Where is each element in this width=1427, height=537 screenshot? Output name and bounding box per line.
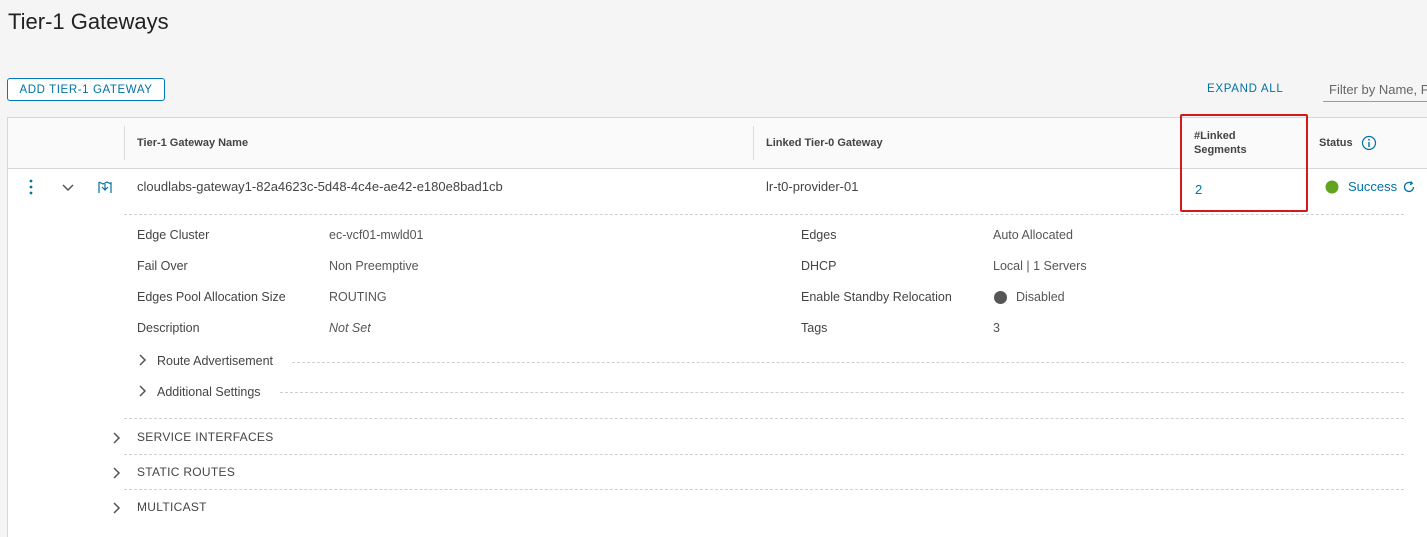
tags-link[interactable]: 3: [993, 321, 1000, 335]
add-tier1-gateway-button[interactable]: ADD TIER-1 GATEWAY: [7, 78, 165, 101]
row-actions-icon[interactable]: [24, 178, 38, 201]
detail-label: Tags: [801, 321, 828, 335]
info-icon[interactable]: [1361, 135, 1377, 156]
header-linked-tier0[interactable]: Linked Tier-0 Gateway: [766, 137, 883, 149]
standby-relocation-value: Disabled: [1016, 290, 1065, 304]
detail-label: Edge Cluster: [137, 228, 210, 242]
section-divider: [124, 489, 1404, 490]
chevron-down-icon[interactable]: [61, 181, 75, 199]
edges-link[interactable]: Auto Allocated: [993, 228, 1073, 242]
additional-settings-toggle[interactable]: Additional Settings: [157, 385, 261, 399]
service-interfaces-section[interactable]: SERVICE INTERFACES: [137, 430, 274, 444]
detail-label: DHCP: [801, 259, 837, 273]
refresh-icon[interactable]: [1402, 180, 1416, 199]
chevron-right-icon[interactable]: [110, 431, 122, 448]
success-status-icon: [1325, 180, 1339, 199]
section-divider: [292, 362, 1404, 363]
detail-label: Edges: [801, 228, 837, 242]
chevron-right-icon[interactable]: [136, 353, 148, 370]
filter-input[interactable]: [1323, 78, 1427, 102]
column-separator: [124, 126, 125, 160]
multicast-section[interactable]: MULTICAST: [137, 500, 207, 514]
linked-tier0-value[interactable]: lr-t0-provider-01: [766, 179, 858, 194]
detail-label: Fail Over: [137, 259, 188, 273]
edge-cluster-value: ec-vcf01-mwld01: [329, 228, 424, 242]
gateway-router-icon: [96, 178, 114, 201]
pool-allocation-value: ROUTING: [329, 290, 387, 304]
detail-label: Description: [137, 321, 200, 335]
detail-label: Enable Standby Relocation: [801, 290, 952, 304]
dhcp-link[interactable]: Local | 1 Servers: [993, 259, 1087, 273]
highlight-box: [1180, 114, 1308, 212]
row-divider: [124, 214, 1404, 215]
expand-all-button[interactable]: EXPAND ALL: [1207, 83, 1283, 95]
chevron-right-icon[interactable]: [136, 384, 148, 401]
standby-relocation-toggle-icon: [993, 290, 1008, 310]
gateway-name[interactable]: cloudlabs-gateway1-82a4623c-5d48-4c4e-ae…: [137, 179, 503, 194]
section-divider: [280, 392, 1404, 393]
static-routes-section[interactable]: STATIC ROUTES: [137, 465, 235, 479]
section-divider: [124, 454, 1404, 455]
column-separator: [753, 126, 754, 160]
header-gateway-name[interactable]: Tier-1 Gateway Name: [137, 137, 248, 149]
header-status[interactable]: Status: [1319, 137, 1353, 149]
section-divider: [124, 418, 1404, 419]
detail-label: Edges Pool Allocation Size: [137, 290, 286, 304]
chevron-right-icon[interactable]: [110, 501, 122, 518]
page-title: Tier-1 Gateways: [8, 9, 169, 34]
status-text[interactable]: Success: [1348, 179, 1397, 194]
fail-over-value: Non Preemptive: [329, 259, 419, 273]
chevron-right-icon[interactable]: [110, 466, 122, 483]
description-value: Not Set: [329, 321, 371, 335]
route-advertisement-toggle[interactable]: Route Advertisement: [157, 354, 273, 368]
